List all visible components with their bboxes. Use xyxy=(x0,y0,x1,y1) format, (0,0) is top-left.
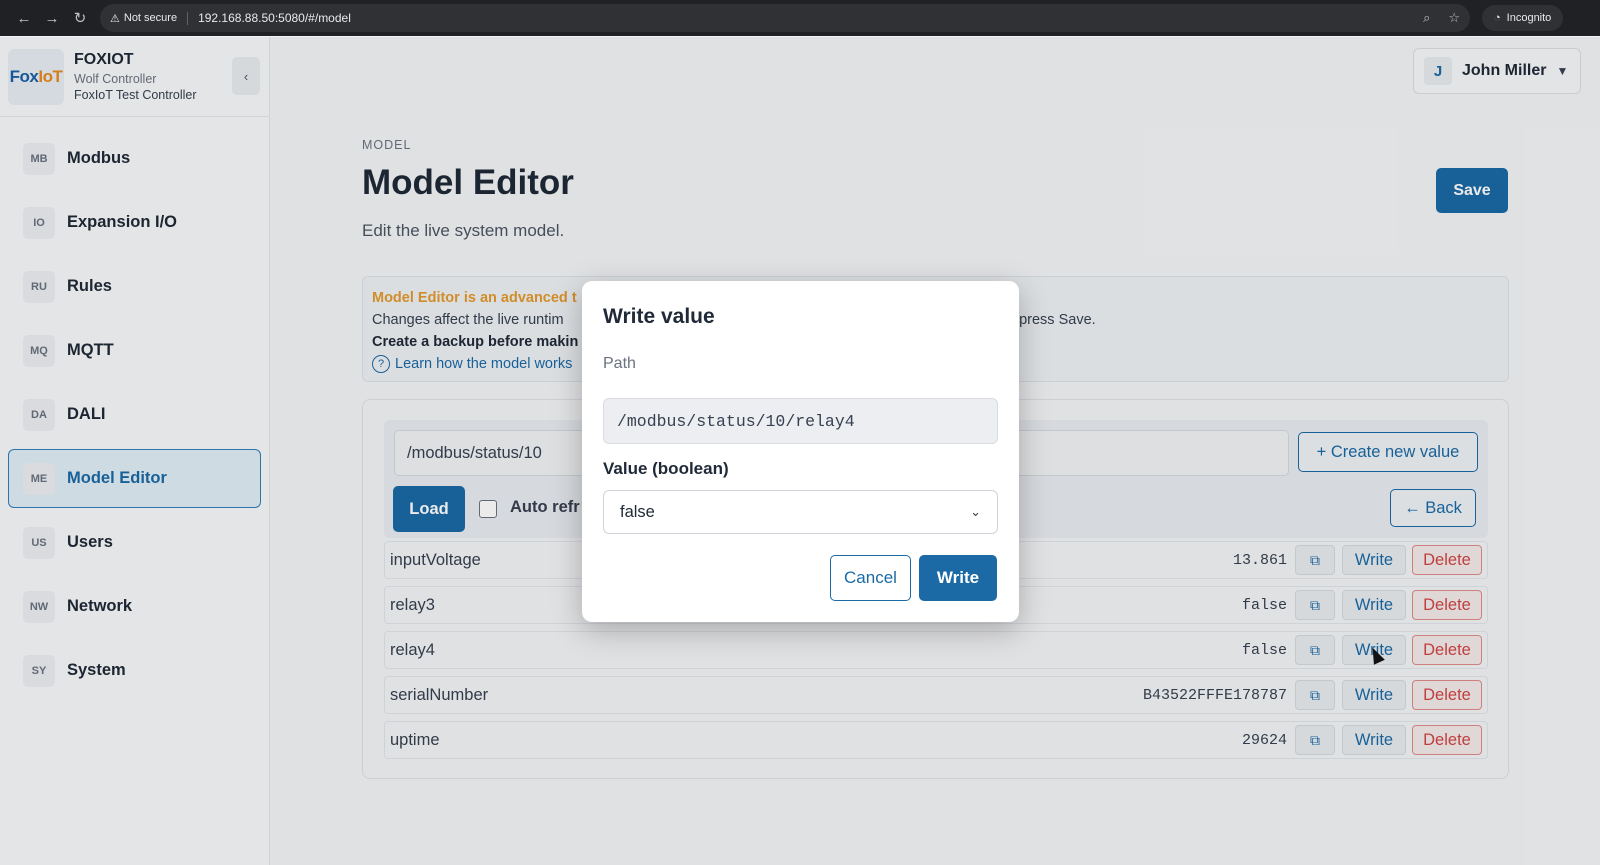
zoom-icon[interactable]: ⌕ xyxy=(1423,10,1430,26)
path-readonly-field: /modbus/status/10/relay4 xyxy=(603,398,998,444)
browser-toolbar: ← → ↻ ⚠ Not secure 192.168.88.50:5080/#/… xyxy=(0,0,1600,36)
star-icon[interactable]: ☆ xyxy=(1448,10,1460,26)
value-label: Value (boolean) xyxy=(603,459,729,478)
write-value-dialog: Write value Path /modbus/status/10/relay… xyxy=(582,281,1019,622)
selected-value: false xyxy=(620,502,655,521)
incognito-icon: ◔ xyxy=(1494,12,1501,24)
dialog-title: Write value xyxy=(603,305,715,328)
confirm-write-button[interactable]: Write xyxy=(919,555,997,601)
reload-icon[interactable]: ↻ xyxy=(66,4,94,32)
incognito-label: Incognito xyxy=(1506,12,1552,24)
warning-triangle-icon: ⚠ xyxy=(110,12,120,25)
address-bar[interactable]: ⚠ Not secure 192.168.88.50:5080/#/model … xyxy=(100,4,1470,32)
forward-arrow-icon[interactable]: → xyxy=(38,4,66,32)
chevron-down-icon: ⌄ xyxy=(970,504,981,519)
back-arrow-icon[interactable]: ← xyxy=(10,4,38,32)
url-text[interactable]: 192.168.88.50:5080/#/model xyxy=(198,11,1423,25)
incognito-badge[interactable]: ◔ Incognito xyxy=(1482,5,1564,31)
security-indicator[interactable]: ⚠ Not secure xyxy=(110,11,189,25)
security-label: Not secure xyxy=(123,12,178,24)
cancel-button[interactable]: Cancel xyxy=(830,555,911,601)
path-label: Path xyxy=(603,355,636,372)
boolean-value-select[interactable]: false ⌄ xyxy=(603,490,998,534)
